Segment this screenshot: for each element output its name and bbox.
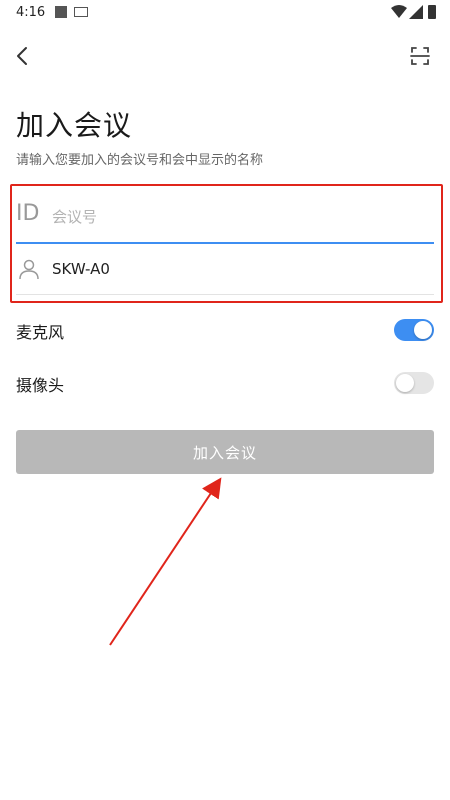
notification-icon (55, 6, 67, 18)
camera-label: 摄像头 (16, 376, 65, 395)
wifi-icon (391, 5, 407, 18)
microphone-row: 麦克风 (16, 310, 434, 350)
display-name-input[interactable] (52, 254, 422, 284)
chevron-left-icon (17, 47, 27, 65)
page-title: 加入会议 (16, 109, 133, 142)
signal-icon (409, 5, 423, 19)
microphone-toggle[interactable] (394, 319, 434, 341)
status-time: 4:16 (16, 5, 46, 20)
meeting-id-field: ID (16, 192, 434, 244)
meeting-id-input[interactable] (52, 202, 422, 232)
toggle-knob (396, 374, 414, 392)
scan-button[interactable] (404, 40, 436, 72)
display-name-field (16, 244, 434, 295)
join-meeting-screen: 4:16 加入会议 请输入您要加入的会议号和会中显示的名称 ID 会议号 SKW… (0, 0, 450, 800)
user-icon (19, 259, 39, 280)
camera-row: 摄像头 (16, 363, 434, 403)
keyboard-icon (74, 7, 88, 17)
join-meeting-button[interactable]: 加入会议 (16, 430, 434, 474)
battery-icon (428, 5, 436, 19)
status-bar: 4:16 (0, 0, 450, 26)
back-button[interactable] (8, 40, 40, 72)
toggle-knob (414, 321, 432, 339)
camera-toggle[interactable] (394, 372, 434, 394)
id-icon: ID (16, 201, 40, 226)
page-subtitle: 请输入您要加入的会议号和会中显示的名称 (16, 153, 264, 168)
scan-icon (410, 47, 430, 65)
microphone-label: 麦克风 (16, 323, 65, 342)
